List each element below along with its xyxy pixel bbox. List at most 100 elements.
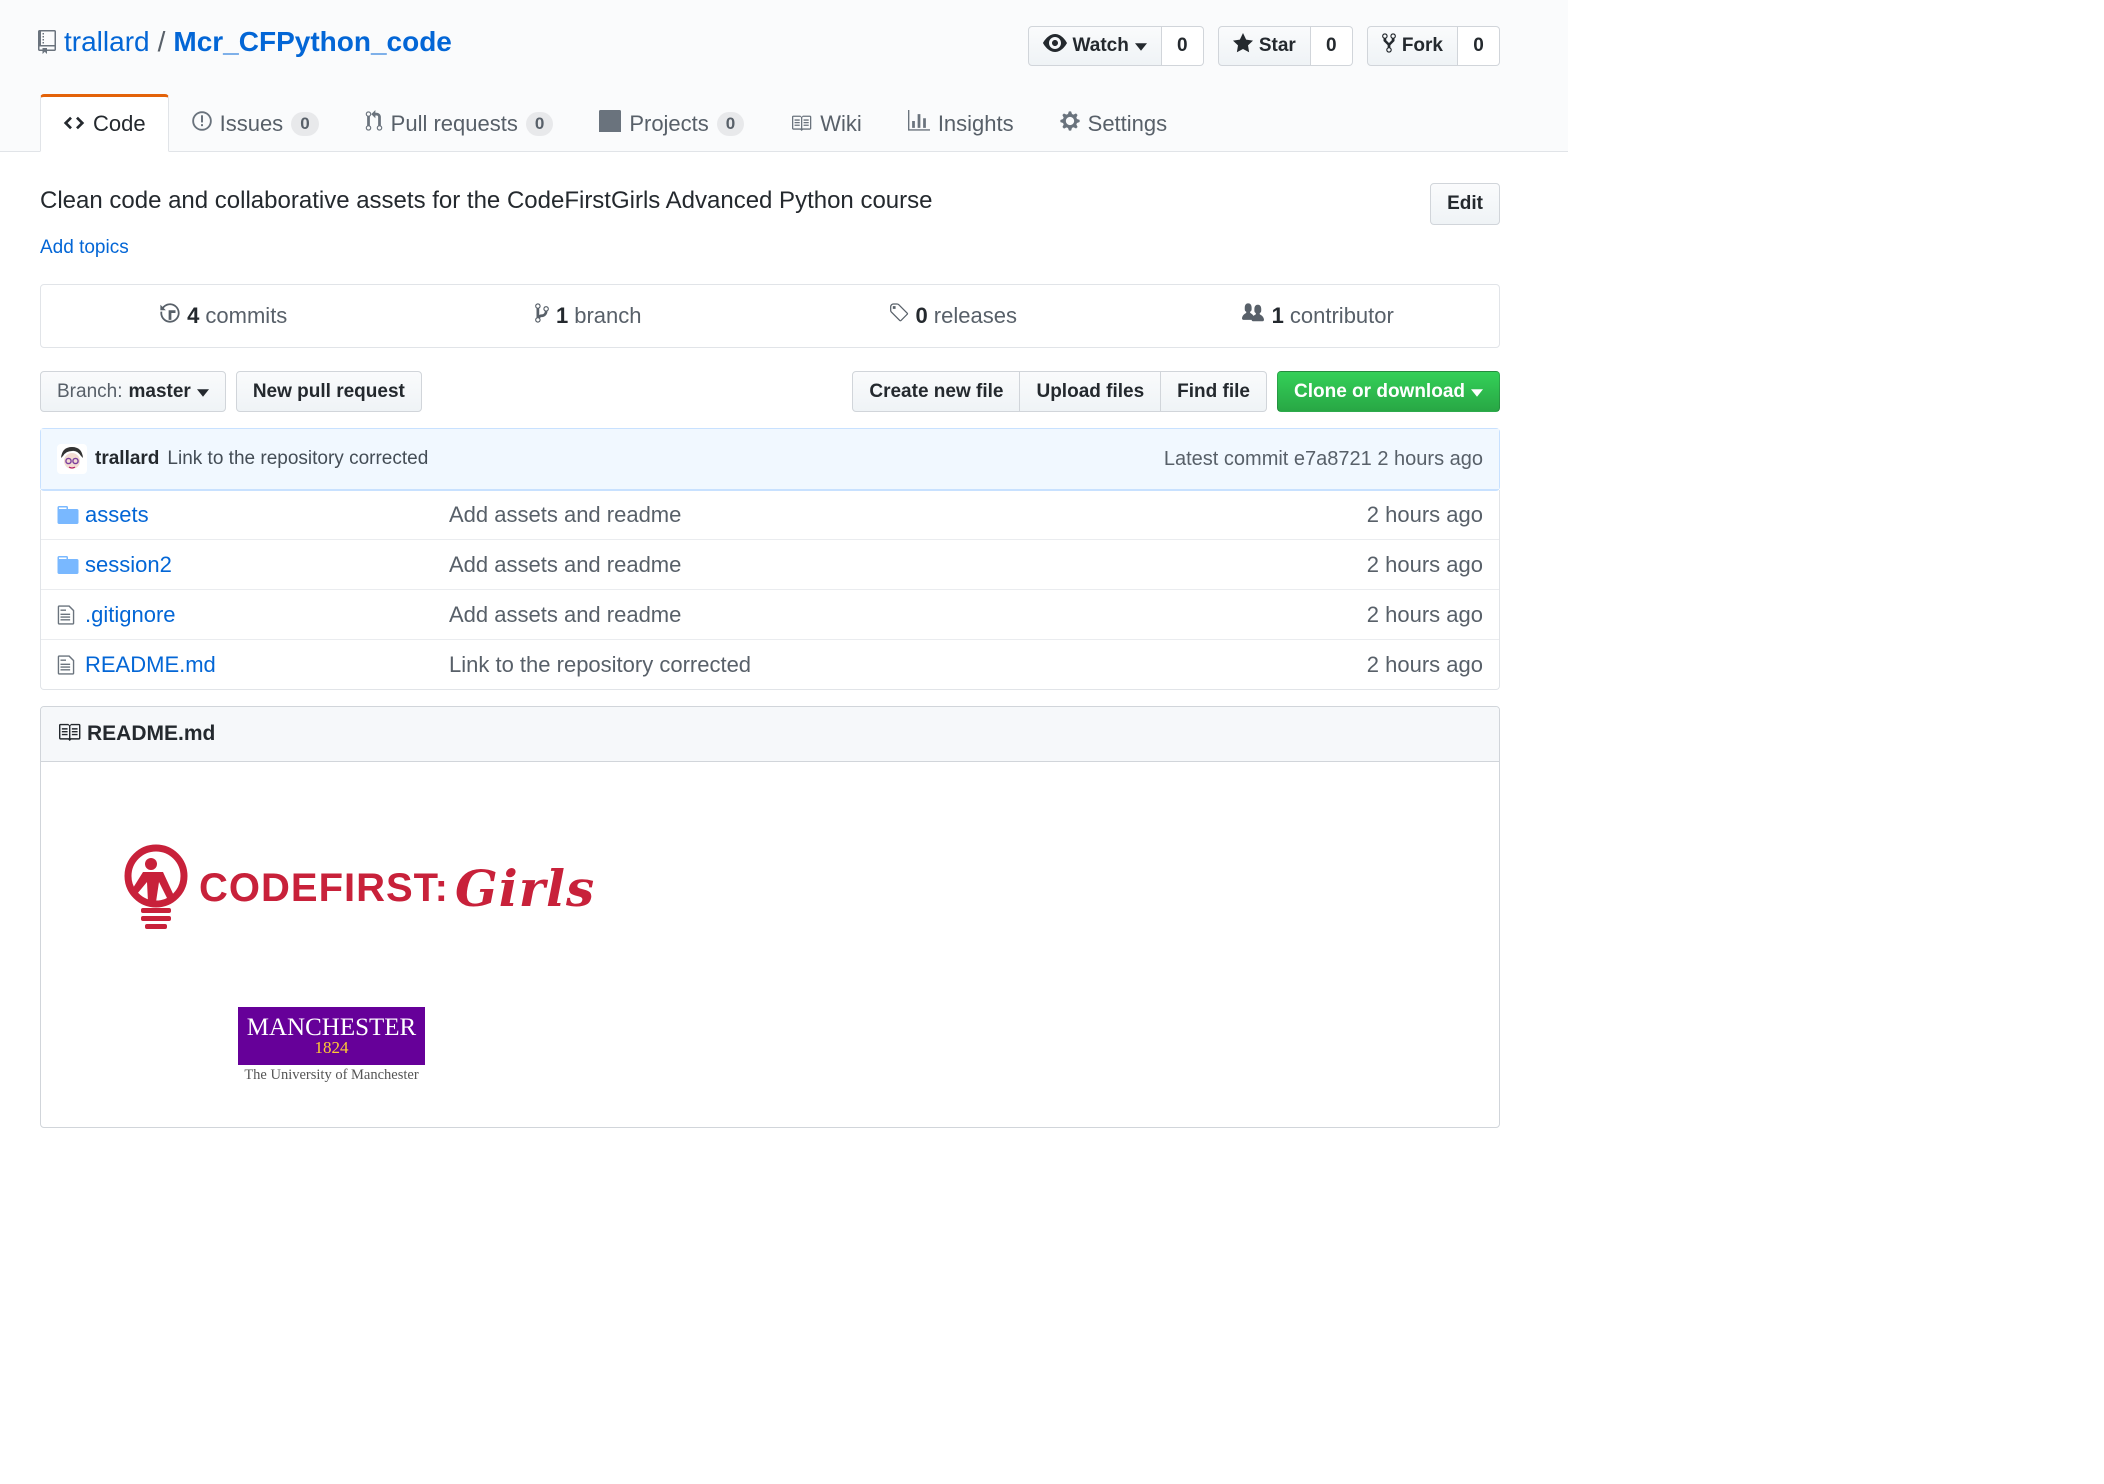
file-navigation: Branch: master New pull request Create n… xyxy=(40,371,1500,412)
contributors-count: 1 xyxy=(1271,303,1284,328)
clone-label: Clone or download xyxy=(1294,380,1465,402)
repo-actions: Watch 0 Star 0 Fork 0 xyxy=(1027,26,1500,66)
file-commit-message[interactable]: Add assets and readme xyxy=(449,552,1367,578)
tab-insights[interactable]: Insights xyxy=(885,94,1037,152)
repo-owner-link[interactable]: trallard xyxy=(64,26,150,58)
eye-icon xyxy=(1042,34,1067,58)
add-topics-link[interactable]: Add topics xyxy=(40,237,129,259)
repo-name-link[interactable]: Mcr_CFPython_code xyxy=(173,26,452,58)
star-button[interactable]: Star xyxy=(1217,26,1311,66)
file-commit-message[interactable]: Add assets and readme xyxy=(449,502,1367,528)
file-icon xyxy=(57,604,85,626)
commit-info: trallard Link to the repository correcte… xyxy=(57,444,428,474)
branch-prefix: Branch: xyxy=(57,380,123,402)
commits-label: commits xyxy=(205,303,288,328)
readme-panel: README.md CODEFIRST: Girls MANCHESTER 18 xyxy=(40,706,1500,1128)
caret-down-icon xyxy=(1471,381,1483,403)
history-icon xyxy=(159,302,181,330)
manchester-subtitle: The University of Manchester xyxy=(244,1067,419,1083)
commit-message[interactable]: Link to the repository corrected xyxy=(167,448,428,470)
book-icon xyxy=(790,111,812,137)
tab-label: Projects xyxy=(629,111,709,136)
branch-count: 1 xyxy=(555,303,569,328)
folder-icon xyxy=(57,555,85,574)
tab-wiki[interactable]: Wiki xyxy=(767,94,885,152)
commit-age: 2 hours ago xyxy=(1377,447,1483,470)
contributors-label: contributor xyxy=(1289,303,1394,328)
file-row: README.md Link to the repository correct… xyxy=(41,639,1499,689)
repo-content: Clean code and collaborative assets for … xyxy=(40,183,1500,1128)
branch-name: master xyxy=(128,380,191,402)
commits-link[interactable]: 4 commits xyxy=(41,302,406,330)
pull-requests-counter: 0 xyxy=(525,112,554,136)
tab-settings[interactable]: Settings xyxy=(1037,94,1191,152)
file-name-link[interactable]: assets xyxy=(85,502,449,528)
branch-icon xyxy=(534,302,550,330)
fork-button[interactable]: Fork xyxy=(1366,26,1458,66)
tab-pull-requests[interactable]: Pull requests 0 xyxy=(342,94,577,152)
fork-icon xyxy=(1381,32,1396,60)
file-age: 2 hours ago xyxy=(1366,501,1483,527)
file-age: 2 hours ago xyxy=(1366,651,1483,677)
repo-nav-tabs: Code Issues 0 Pull requests 0 Projects 0 xyxy=(40,94,1190,152)
book-icon xyxy=(57,721,81,747)
tab-code[interactable]: Code xyxy=(40,94,169,152)
releases-link[interactable]: 0 releases xyxy=(770,302,1135,330)
new-pull-request-button[interactable]: New pull request xyxy=(235,371,422,412)
branch-select-button[interactable]: Branch: master xyxy=(40,371,226,412)
watch-group: Watch 0 xyxy=(1027,26,1204,66)
commit-sha[interactable]: e7a8721 xyxy=(1294,448,1372,470)
commit-tease: trallard Link to the repository correcte… xyxy=(40,428,1500,491)
watch-count[interactable]: 0 xyxy=(1161,26,1204,66)
file-name-link[interactable]: session2 xyxy=(85,552,449,578)
releases-label: releases xyxy=(933,303,1017,328)
tag-icon xyxy=(888,302,910,330)
tab-issues[interactable]: Issues 0 xyxy=(169,94,342,152)
star-label: Star xyxy=(1258,35,1296,56)
releases-count: 0 xyxy=(915,303,928,328)
repo-header: trallard / Mcr_CFPython_code Watch 0 Sta xyxy=(0,0,1568,152)
file-commit-message[interactable]: Add assets and readme xyxy=(449,602,1367,628)
description-row: Clean code and collaborative assets for … xyxy=(40,183,1500,225)
file-commit-message[interactable]: Link to the repository corrected xyxy=(449,652,1367,678)
fork-group: Fork 0 xyxy=(1366,26,1500,66)
star-count[interactable]: 0 xyxy=(1310,26,1353,66)
edit-button[interactable]: Edit xyxy=(1430,183,1500,225)
repo-icon xyxy=(38,29,56,55)
tab-label: Code xyxy=(93,111,146,136)
commit-author[interactable]: trallard xyxy=(95,448,159,470)
fork-count[interactable]: 0 xyxy=(1458,26,1500,66)
fork-label: Fork xyxy=(1401,35,1443,56)
watch-button[interactable]: Watch xyxy=(1027,26,1162,66)
commit-meta: Latest commit e7a8721 2 hours ago xyxy=(1164,448,1483,471)
file-name-link[interactable]: .gitignore xyxy=(85,602,449,628)
upload-files-button[interactable]: Upload files xyxy=(1020,371,1162,412)
tab-label: Insights xyxy=(937,111,1014,136)
tab-projects[interactable]: Projects 0 xyxy=(576,94,767,152)
file-buttons: Create new file Upload files Find file xyxy=(852,371,1267,412)
repo-title: trallard / Mcr_CFPython_code xyxy=(38,26,452,58)
avatar[interactable] xyxy=(57,444,87,474)
numbers-summary: 4 commits 1 branch 0 releases 1 contribu… xyxy=(40,284,1500,348)
branch-actions: Branch: master New pull request xyxy=(40,371,422,412)
projects-counter: 0 xyxy=(716,112,745,136)
codefirstgirls-logo: CODEFIRST: Girls xyxy=(123,842,595,934)
contributors-link[interactable]: 1 contributor xyxy=(1135,302,1500,330)
file-row: .gitignore Add assets and readme 2 hours… xyxy=(41,589,1499,639)
file-name-link[interactable]: README.md xyxy=(85,652,449,678)
branch-label: branch xyxy=(574,303,642,328)
readme-title: README.md xyxy=(87,722,216,745)
file-icon xyxy=(57,654,85,676)
branches-link[interactable]: 1 branch xyxy=(406,302,771,330)
create-new-file-button[interactable]: Create new file xyxy=(852,371,1021,412)
tab-label: Pull requests xyxy=(390,111,518,136)
find-file-button[interactable]: Find file xyxy=(1161,371,1267,412)
star-icon xyxy=(1232,33,1253,59)
clone-or-download-button[interactable]: Clone or download xyxy=(1277,371,1500,412)
manchester-badge: MANCHESTER 1824 xyxy=(238,1007,425,1065)
girls-text: Girls xyxy=(455,858,596,918)
file-actions: Create new file Upload files Find file C… xyxy=(852,371,1500,412)
commits-count: 4 xyxy=(187,303,200,328)
pull-request-icon xyxy=(365,110,383,138)
readme-header: README.md xyxy=(41,707,1499,762)
